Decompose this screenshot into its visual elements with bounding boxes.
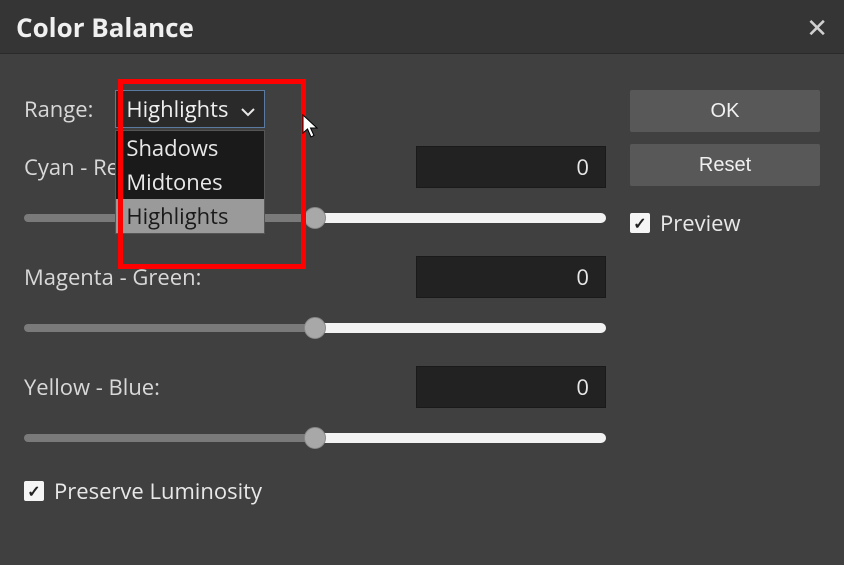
slider-thumb[interactable] — [304, 427, 326, 449]
preserve-luminosity-checkbox[interactable]: ✓ Preserve Luminosity — [24, 476, 606, 506]
slider-value-input[interactable]: 0 — [416, 146, 606, 188]
sliders-container: Cyan - Red:0Magenta - Green:0Yellow - Bl… — [24, 146, 606, 450]
slider-value-input[interactable]: 0 — [416, 366, 606, 408]
slider-head: Yellow - Blue: 0 — [24, 366, 606, 408]
preview-checkbox[interactable]: ✓ Preview — [630, 208, 820, 238]
range-option-shadows[interactable]: Shadows — [116, 131, 264, 165]
main-column: Range: Highlights ShadowsMidtonesHighlig… — [24, 90, 606, 506]
side-column: OK Reset ✓ Preview — [630, 90, 820, 506]
checkmark-icon: ✓ — [630, 213, 650, 233]
reset-button[interactable]: Reset — [630, 144, 820, 186]
checkmark-icon: ✓ — [24, 481, 44, 501]
slider-thumb[interactable] — [304, 207, 326, 229]
dialog-title: Color Balance — [16, 9, 194, 45]
ok-button[interactable]: OK — [630, 90, 820, 132]
range-selected-value: Highlights — [126, 94, 228, 124]
range-option-midtones[interactable]: Midtones — [116, 165, 264, 199]
range-label: Range: — [24, 94, 93, 124]
close-icon[interactable]: ✕ — [806, 14, 828, 40]
range-select-wrap: Highlights ShadowsMidtonesHighlights — [115, 90, 265, 128]
preserve-luminosity-label: Preserve Luminosity — [54, 476, 262, 506]
slider-value-input[interactable]: 0 — [416, 256, 606, 298]
slider-group: Cyan - Red:0 — [24, 146, 606, 230]
slider-thumb[interactable] — [304, 317, 326, 339]
preview-label: Preview — [660, 208, 741, 238]
dialog-content: Range: Highlights ShadowsMidtonesHighlig… — [0, 54, 844, 530]
slider-label: Magenta - Green: — [24, 262, 201, 292]
range-option-highlights[interactable]: Highlights — [116, 199, 264, 233]
slider-head: Cyan - Red:0 — [24, 146, 606, 188]
range-dropdown: ShadowsMidtonesHighlights — [115, 130, 265, 234]
chevron-down-icon — [241, 94, 255, 124]
slider-head: Magenta - Green: 0 — [24, 256, 606, 298]
slider-track-fill — [315, 323, 606, 333]
slider-track-fill — [315, 433, 606, 443]
slider-track[interactable] — [24, 316, 606, 340]
titlebar: Color Balance ✕ — [0, 0, 844, 54]
slider-track[interactable] — [24, 206, 606, 230]
range-select[interactable]: Highlights — [115, 90, 265, 128]
slider-track-fill — [315, 213, 606, 223]
slider-track[interactable] — [24, 426, 606, 450]
slider-group: Yellow - Blue: 0 — [24, 366, 606, 450]
slider-group: Magenta - Green: 0 — [24, 256, 606, 340]
slider-label: Yellow - Blue: — [24, 372, 160, 402]
range-row: Range: Highlights ShadowsMidtonesHighlig… — [24, 90, 606, 128]
